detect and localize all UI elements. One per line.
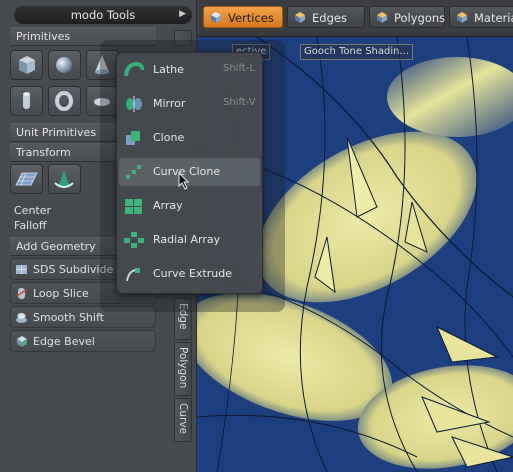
tab-vertices[interactable]: Vertices xyxy=(203,6,283,28)
menu-item-mirror-shortcut: Shift-V xyxy=(223,97,256,108)
section-add-geometry-label: Add Geometry xyxy=(16,240,96,253)
torus-icon xyxy=(55,91,73,111)
bend-grid-icon xyxy=(15,172,38,186)
tool-panel-title[interactable]: modo Tools ▶ xyxy=(14,6,192,24)
cube-icon xyxy=(19,56,35,74)
twist-tool-button[interactable] xyxy=(48,164,81,194)
tool-smooth-shift-label: Smooth Shift xyxy=(33,311,104,324)
mirror-icon xyxy=(126,96,142,112)
tab-edges-label: Edges xyxy=(312,11,347,25)
tab-vertices-label: Vertices xyxy=(228,11,274,25)
mouse-cursor-icon xyxy=(178,172,190,190)
tab-polygons[interactable]: Polygons xyxy=(369,6,445,28)
smooth-shift-icon xyxy=(16,313,27,323)
menu-item-clone[interactable]: Clone xyxy=(119,124,260,152)
tool-edge-bevel[interactable]: Edge Bevel xyxy=(10,330,156,352)
cylinder-icon xyxy=(23,92,30,109)
material-icon xyxy=(457,12,467,23)
loop-slice-icon xyxy=(16,288,27,299)
menu-item-curve-extrude-label: Curve Extrude xyxy=(153,267,232,280)
side-tab-polygon-label: Polygon xyxy=(177,347,189,389)
edges-icon xyxy=(295,12,305,23)
chevron-right-icon[interactable]: ▶ xyxy=(179,9,186,19)
menu-item-lathe[interactable]: Lathe Shift-L xyxy=(119,56,260,84)
falloff-label[interactable]: Falloff xyxy=(14,219,46,232)
clone-icon xyxy=(126,131,140,145)
menu-item-mirror-label: Mirror xyxy=(153,97,186,110)
menu-item-lathe-label: Lathe xyxy=(153,63,184,76)
polygons-icon xyxy=(377,12,387,23)
vertices-icon xyxy=(211,12,221,23)
menu-item-lathe-shortcut: Shift-L xyxy=(223,63,255,74)
tool-edge-bevel-label: Edge Bevel xyxy=(33,335,95,348)
menu-item-clone-label: Clone xyxy=(153,131,185,144)
menu-item-radial-array-label: Radial Array xyxy=(153,233,221,246)
side-tab-curve[interactable]: Curve xyxy=(174,398,192,442)
side-tab-curve-label: Curve xyxy=(177,403,189,434)
sphere-primitive-button[interactable] xyxy=(48,50,81,80)
lathe-icon xyxy=(124,61,145,77)
menu-item-curve-extrude[interactable]: Curve Extrude xyxy=(119,260,260,288)
cube-primitive-button[interactable] xyxy=(10,50,43,80)
menu-item-mirror[interactable]: Mirror Shift-V xyxy=(119,90,260,118)
sds-subdivide-icon xyxy=(16,265,27,274)
section-transform-label: Transform xyxy=(16,146,71,159)
section-unit-primitives-label: Unit Primitives xyxy=(16,126,97,139)
tool-loop-slice-label: Loop Slice xyxy=(33,287,89,300)
torus-primitive-button[interactable] xyxy=(48,86,81,116)
shading-mode-label[interactable]: Gooch Tone Shadin... xyxy=(300,44,414,60)
section-primitives-label: Primitives xyxy=(16,30,71,43)
menu-item-array[interactable]: Array xyxy=(119,192,260,220)
selection-mode-bar: Vertices Edges Polygons Materia xyxy=(197,0,513,37)
tab-material-label: Materia xyxy=(474,11,513,25)
menu-item-array-label: Array xyxy=(153,199,183,212)
center-label[interactable]: Center xyxy=(14,204,51,217)
menu-item-radial-array[interactable]: Radial Array xyxy=(119,226,260,254)
cylinder-primitive-button[interactable] xyxy=(10,86,43,116)
radial-array-icon xyxy=(124,232,144,248)
tab-material[interactable]: Materia xyxy=(449,6,513,28)
sphere-icon xyxy=(56,57,72,73)
side-tab-polygon[interactable]: Polygon xyxy=(174,342,192,396)
curve-clone-icon xyxy=(126,165,141,179)
curve-extrude-icon xyxy=(126,268,140,282)
edge-bevel-icon xyxy=(17,336,27,347)
twist-icon xyxy=(54,170,74,188)
tab-polygons-label: Polygons xyxy=(394,11,446,25)
tool-panel-title-text: modo Tools xyxy=(70,8,136,22)
tab-edges[interactable]: Edges xyxy=(287,6,365,28)
bend-tool-button[interactable] xyxy=(10,164,43,194)
array-icon xyxy=(125,199,142,214)
